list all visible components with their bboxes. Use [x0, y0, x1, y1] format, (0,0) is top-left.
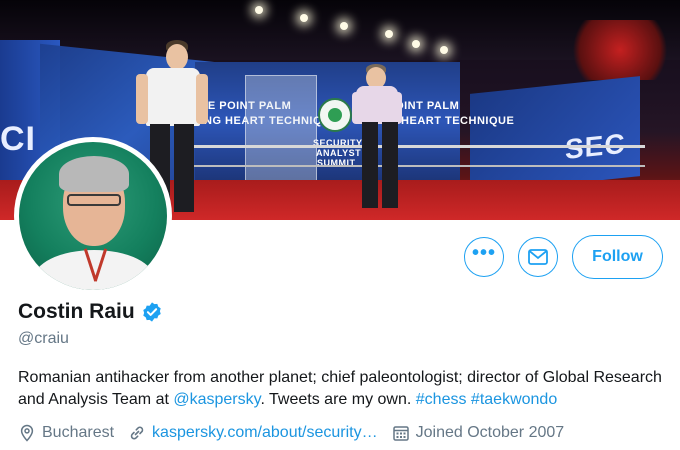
- link-icon: [130, 426, 144, 440]
- more-dots-icon: •••: [471, 242, 496, 264]
- profile-avatar[interactable]: [14, 137, 172, 295]
- banner-rail: [175, 165, 645, 167]
- summit-logo-icon: [318, 98, 352, 132]
- spotlight: [300, 14, 308, 22]
- profile-bio: Romanian antihacker from another planet;…: [18, 367, 668, 411]
- banner-screen-right: SEC: [470, 76, 640, 194]
- hashtag-link[interactable]: #chess: [416, 391, 467, 408]
- banner-rail: [175, 145, 645, 148]
- spotlight: [385, 30, 393, 38]
- spotlight: [255, 6, 263, 14]
- joined-text: Joined October 2007: [415, 424, 565, 441]
- bio-text: . Tweets are my own.: [260, 391, 416, 408]
- envelope-icon: [528, 249, 548, 265]
- verified-badge-icon: [142, 302, 161, 322]
- profile-joined: Joined October 2007: [392, 424, 565, 442]
- spotlight: [440, 46, 448, 54]
- mention-link[interactable]: @kaspersky: [173, 391, 260, 408]
- banner-lectern: [245, 75, 317, 187]
- hashtag-link[interactable]: #taekwondo: [471, 391, 557, 408]
- location-pin-icon: [20, 424, 34, 442]
- avatar-photo: [19, 142, 167, 290]
- banner-screen-text: ANALYST: [316, 148, 362, 158]
- profile-meta: Bucharest kaspersky.com/about/security… …: [18, 424, 578, 442]
- more-options-button[interactable]: •••: [464, 237, 504, 277]
- spotlight: [412, 40, 420, 48]
- message-button[interactable]: [518, 237, 558, 277]
- banner-screen-text: CI: [0, 120, 36, 158]
- banner-red-light: [560, 20, 680, 80]
- profile-website[interactable]: kaspersky.com/about/security…: [128, 424, 378, 442]
- follow-button[interactable]: Follow: [572, 235, 663, 279]
- profile-location: Bucharest: [18, 424, 114, 442]
- calendar-icon: [392, 426, 409, 441]
- profile-display-name: Costin Raiu: [18, 300, 135, 323]
- location-text: Bucharest: [42, 424, 115, 441]
- profile-handle: @craiu: [18, 330, 69, 347]
- profile-name-row: Costin Raiu: [18, 300, 163, 324]
- website-link[interactable]: kaspersky.com/about/security…: [152, 424, 378, 442]
- spotlight: [340, 22, 348, 30]
